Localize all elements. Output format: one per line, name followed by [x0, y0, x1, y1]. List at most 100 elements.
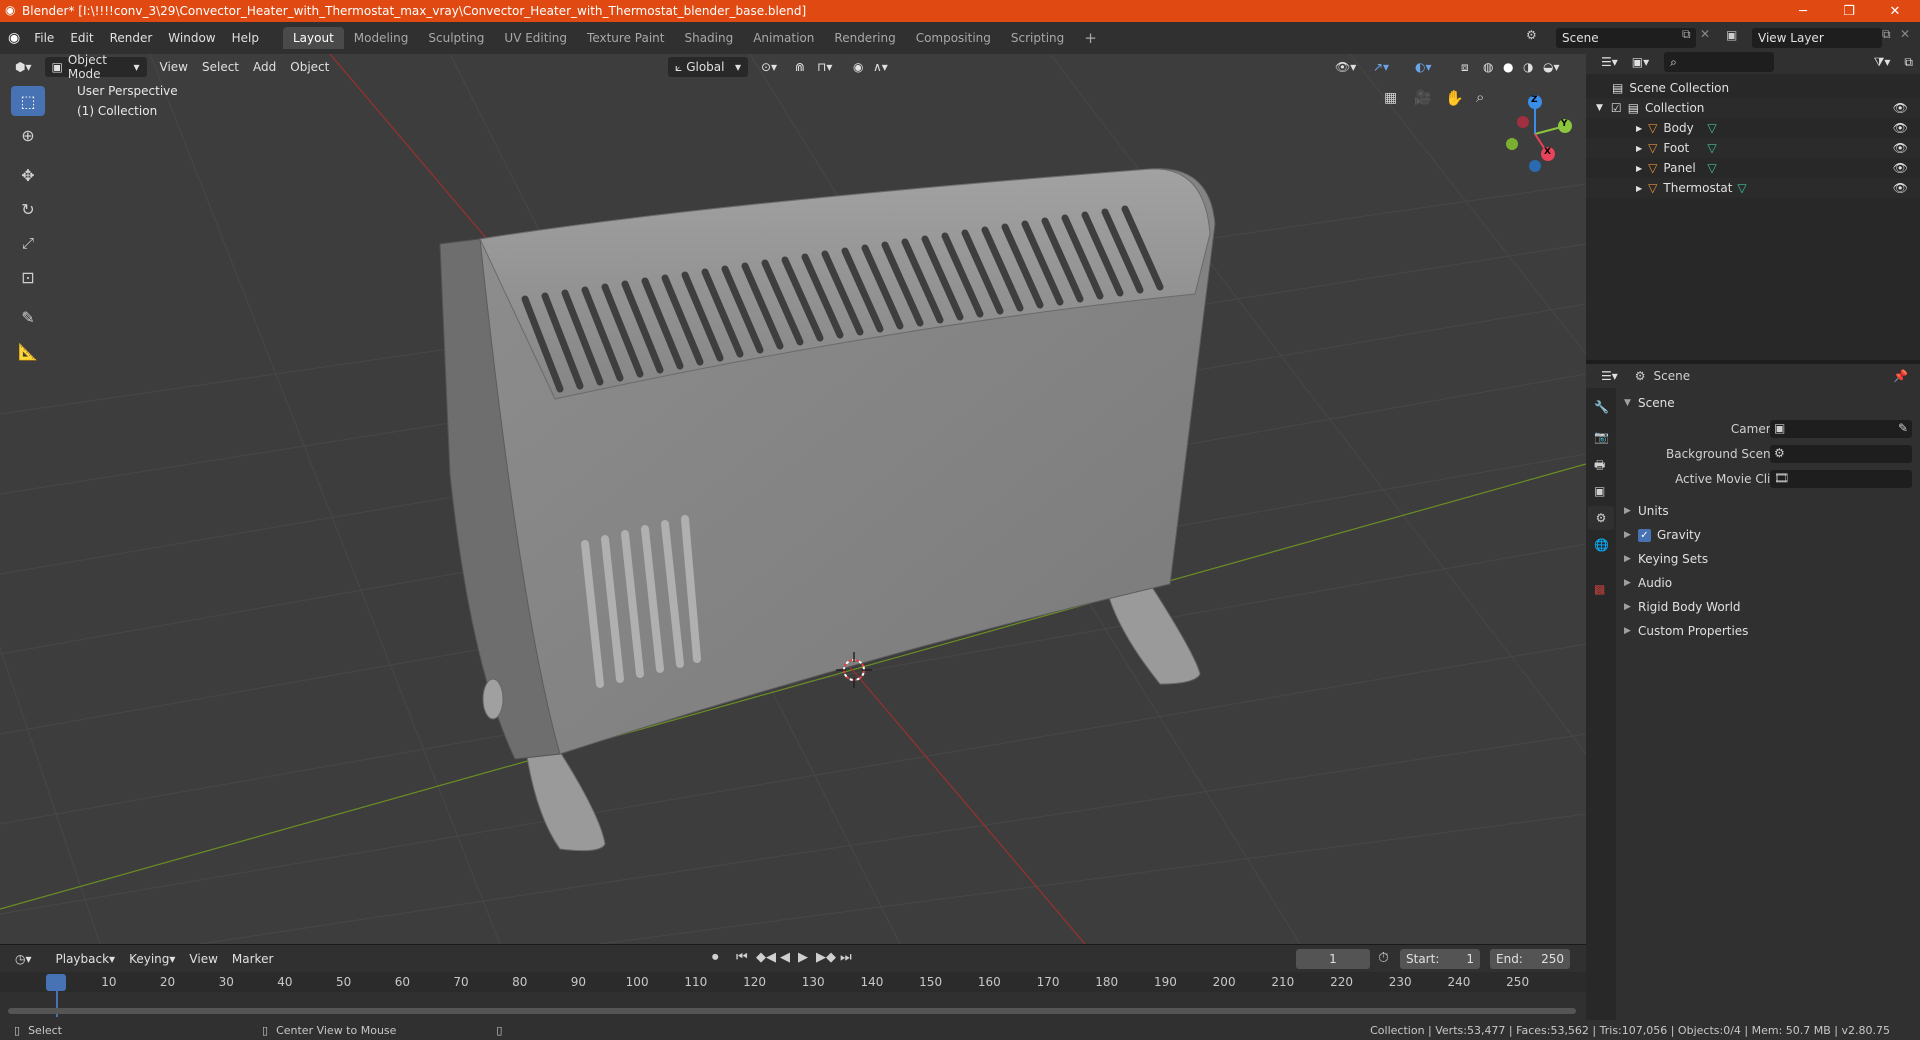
eye-icon[interactable]: 👁	[1893, 101, 1908, 115]
eye-icon[interactable]: 👁	[1893, 141, 1908, 155]
add-workspace-icon[interactable]: +	[1074, 25, 1107, 51]
outliner-row-scene-collection[interactable]: ▤ Scene Collection	[1586, 78, 1920, 98]
outliner-row-collection[interactable]: ▼ ☑ ▤ Collection 👁	[1586, 98, 1920, 118]
outliner-editor-icon[interactable]: ☰▾	[1594, 52, 1625, 72]
scene-icon[interactable]: ⚙	[1526, 28, 1537, 42]
menu-render[interactable]: Render	[102, 31, 161, 45]
close-button[interactable]: ✕	[1872, 0, 1918, 22]
menu-help[interactable]: Help	[224, 31, 267, 45]
render-tab-icon[interactable]: 📷	[1594, 430, 1609, 444]
display-mode-icon[interactable]: ▣▾	[1625, 52, 1656, 72]
delete-view-layer-icon[interactable]: ✕	[1900, 27, 1910, 41]
delete-scene-icon[interactable]: ✕	[1700, 27, 1710, 41]
properties-editor-icon[interactable]: ☰▾	[1594, 366, 1625, 386]
view-layer-tab-icon[interactable]: ▣	[1594, 484, 1605, 498]
viewport-menu-view[interactable]: View	[153, 57, 195, 77]
eyedropper-icon[interactable]: ✎	[1898, 421, 1908, 435]
toggle-ortho-icon[interactable]: ▦	[1384, 90, 1397, 106]
menu-file[interactable]: File	[26, 31, 62, 45]
mode-selector[interactable]: ▣ Object Mode ▾	[44, 53, 147, 81]
outliner-search-input[interactable]: ⌕	[1664, 52, 1775, 72]
outliner-row-thermostat[interactable]: ▶ ▽ Thermostat ▽ 👁	[1586, 178, 1920, 198]
tab-shading[interactable]: Shading	[674, 27, 743, 49]
transform-orientation-selector[interactable]: ⟀ Global ▾	[668, 57, 748, 77]
new-collection-icon[interactable]: ⧉	[1897, 52, 1920, 72]
visibility-icon[interactable]: 👁▾	[1328, 57, 1363, 77]
playhead[interactable]	[46, 974, 66, 991]
navigation-gizmo[interactable]: Z Y X	[1490, 84, 1580, 194]
gravity-checkbox[interactable]: ✓	[1638, 528, 1651, 542]
jump-start-icon[interactable]: ⏮	[736, 950, 748, 965]
mesh-data-icon[interactable]: ▽	[1737, 181, 1746, 195]
new-view-layer-icon[interactable]: ⧉	[1882, 27, 1891, 42]
gizmo-toggle-icon[interactable]: ↗▾	[1366, 57, 1396, 77]
tab-rendering[interactable]: Rendering	[824, 27, 905, 49]
viewport-menu-select[interactable]: Select	[195, 57, 246, 77]
mesh-data-icon[interactable]: ▽	[1707, 121, 1716, 135]
cursor-tool[interactable]: ⊕	[11, 120, 45, 150]
tab-texture-paint[interactable]: Texture Paint	[577, 27, 674, 49]
start-frame-field[interactable]: Start: 1	[1400, 949, 1480, 969]
stopwatch-icon[interactable]: ⏱	[1378, 950, 1389, 966]
xray-icon[interactable]: ⧈	[1454, 57, 1476, 77]
timeline-editor-icon[interactable]: ◷▾	[8, 949, 39, 969]
overlay-toggle-icon[interactable]: ◐▾	[1408, 57, 1439, 77]
play-icon[interactable]: ▶	[798, 950, 808, 965]
mesh-data-icon[interactable]: ▽	[1707, 161, 1716, 175]
pan-view-icon[interactable]: ✋	[1445, 89, 1464, 107]
pivot-point-icon[interactable]: ⊙▾	[754, 57, 784, 77]
timeline-area[interactable]: 1102030405060708090100110120130140150160…	[0, 972, 1586, 1026]
outliner[interactable]: ▤ Scene Collection ▼ ☑ ▤ Collection 👁 ▶ …	[1586, 74, 1920, 360]
blender-menu-icon[interactable]: ◉	[8, 30, 20, 46]
falloff-icon[interactable]: ∧▾	[866, 57, 895, 77]
select-box-tool[interactable]: ⬚	[11, 86, 45, 116]
outliner-row-foot[interactable]: ▶ ▽ Foot ▽ 👁	[1586, 138, 1920, 158]
3d-viewport[interactable]: Z Y X ▦ 🎥 ✋ ⌕ User Perspective (1) Colle…	[0, 54, 1586, 944]
audio-panel-header[interactable]: ▶ Audio	[1624, 572, 1914, 594]
output-tab-icon[interactable]: 🖶	[1594, 456, 1605, 477]
scale-tool[interactable]: ⤢	[11, 228, 45, 258]
outliner-row-body[interactable]: ▶ ▽ Body ▽ 👁	[1586, 118, 1920, 138]
timeline-scrollbar[interactable]	[8, 1008, 1576, 1014]
checkbox-icon[interactable]: ☑	[1611, 101, 1622, 115]
pin-icon[interactable]: 📌	[1893, 369, 1908, 383]
outliner-row-panel[interactable]: ▶ ▽ Panel ▽ 👁	[1586, 158, 1920, 178]
tool-tab-icon[interactable]: 🔧	[1594, 400, 1609, 414]
tab-sculpting[interactable]: Sculpting	[418, 27, 494, 49]
tab-compositing[interactable]: Compositing	[906, 27, 1001, 49]
keying-sets-panel-header[interactable]: ▶ Keying Sets	[1624, 548, 1914, 570]
eye-icon[interactable]: 👁	[1893, 161, 1908, 175]
active-movie-clip-field[interactable]: 🎞	[1770, 470, 1912, 488]
move-tool[interactable]: ✥	[11, 160, 45, 190]
expand-arrow-icon[interactable]: ▶	[1636, 184, 1642, 193]
background-scene-field[interactable]: ⚙	[1770, 445, 1912, 463]
annotate-tool[interactable]: ✎	[11, 302, 45, 332]
transform-tool[interactable]: ⊡	[11, 262, 45, 292]
rigid-body-world-panel-header[interactable]: ▶ Rigid Body World	[1624, 596, 1914, 618]
expand-arrow-icon[interactable]: ▶	[1636, 124, 1642, 133]
minimize-button[interactable]: ─	[1780, 0, 1826, 22]
view-layer-icon[interactable]: ▣	[1726, 28, 1737, 42]
measure-tool[interactable]: 📐	[11, 336, 45, 366]
zoom-view-icon[interactable]: ⌕	[1476, 88, 1484, 106]
menu-edit[interactable]: Edit	[62, 31, 101, 45]
expand-arrow-icon[interactable]: ▶	[1636, 164, 1642, 173]
eye-icon[interactable]: 👁	[1893, 181, 1908, 195]
end-frame-field[interactable]: End: 250	[1490, 949, 1570, 969]
filter-icon[interactable]: ⧩▾	[1867, 52, 1898, 72]
expand-arrow-icon[interactable]: ▶	[1636, 144, 1642, 153]
record-icon[interactable]: ⏺	[712, 950, 719, 965]
mesh-data-icon[interactable]: ▽	[1707, 141, 1716, 155]
viewport-menu-add[interactable]: Add	[246, 57, 283, 77]
editor-type-icon[interactable]: ⬢▾	[8, 57, 39, 77]
tab-animation[interactable]: Animation	[743, 27, 824, 49]
snap-icon[interactable]: ⋒	[788, 57, 812, 77]
timeline-menu-marker[interactable]: Marker	[225, 949, 280, 969]
custom-properties-panel-header[interactable]: ▶ Custom Properties	[1624, 620, 1914, 642]
menu-window[interactable]: Window	[160, 31, 223, 45]
units-panel-header[interactable]: ▶ Units	[1624, 500, 1914, 522]
rotate-tool[interactable]: ↻	[11, 194, 45, 224]
play-reverse-icon[interactable]: ◀	[780, 950, 790, 965]
new-scene-icon[interactable]: ⧉	[1682, 27, 1691, 42]
restore-button[interactable]: ❐	[1826, 0, 1872, 22]
